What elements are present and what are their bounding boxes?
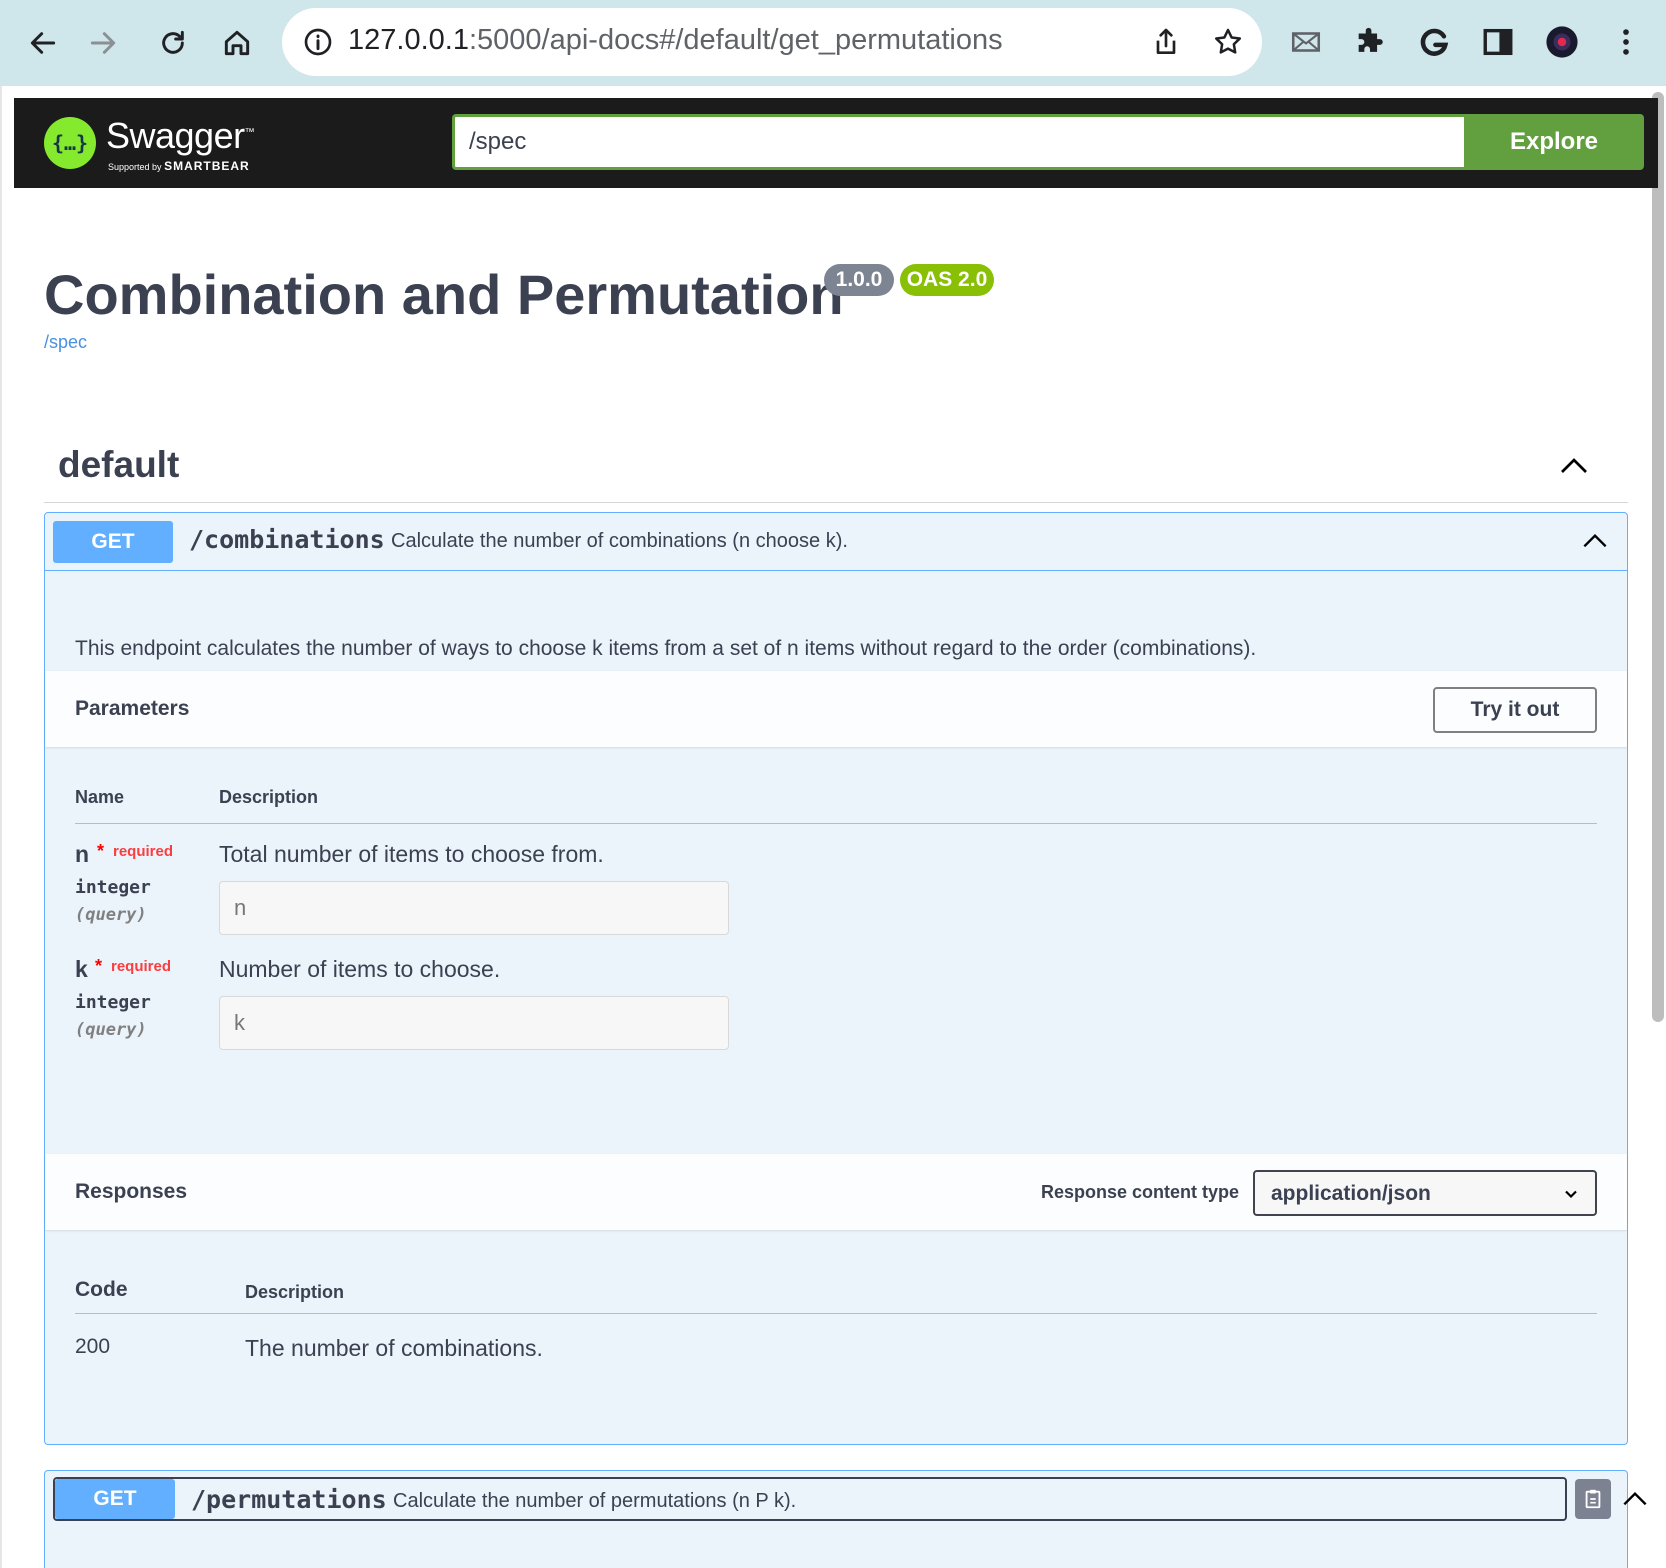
explore-button[interactable]: Explore [1464,114,1644,170]
reload-button[interactable] [152,22,194,64]
forward-button[interactable] [82,22,124,64]
home-button[interactable] [216,22,258,64]
endpoint-path: /combinations [189,525,385,554]
extensions-button[interactable] [1350,22,1390,62]
required-label: required [113,843,174,860]
oas-badge: OAS 2.0 [900,264,994,296]
page-scrollbar[interactable] [1652,92,1664,1022]
col-description-header: Description [219,787,319,807]
divider [44,502,1628,503]
puzzle-icon [1358,27,1383,52]
divider [75,1313,1597,1314]
url-text[interactable]: 127.0.0.1:5000/api-docs#/default/get_per… [348,24,1003,57]
param-name: k [75,956,88,982]
method-badge: GET [53,521,173,563]
response-content-type-label: Response content type [1041,1182,1240,1202]
chevron-up-icon[interactable] [1556,448,1592,484]
info-icon[interactable] [302,26,334,58]
opblock-permutations: GET /permutations Calculate the number o… [44,1470,1647,1568]
endpoint-path: /permutations [191,1485,387,1514]
chevron-down-icon [1565,1190,1577,1199]
param-n-input[interactable] [219,881,729,935]
divider [75,823,1597,824]
bookmark-star-icon[interactable] [1212,26,1244,58]
opblock-summary[interactable]: GET /combinations Calculate the number o… [45,513,1627,571]
mail-icon [1291,32,1321,52]
g-letter-icon [1420,28,1449,56]
back-button[interactable] [22,22,64,64]
chevron-up-icon[interactable] [1579,525,1611,557]
swagger-logo-icon: {…} [44,117,96,169]
arrow-right-icon [90,32,116,54]
response-description-header: Description [245,1282,345,1302]
response-description: The number of combinations. [245,1335,543,1361]
spec-url-input[interactable] [452,114,1464,170]
reload-icon [162,30,184,54]
swagger-logo-text: Swagger™ [106,115,255,156]
address-bar[interactable]: 127.0.0.1:5000/api-docs#/default/get_per… [282,8,1262,76]
kebab-menu-icon [1623,29,1629,55]
profile-avatar[interactable] [1542,22,1582,62]
menu-button[interactable] [1606,22,1646,62]
required-star: * [95,956,103,976]
opblock-combinations: GET /combinations Calculate the number o… [44,512,1628,1445]
grammarly-extension[interactable] [1414,22,1454,62]
side-panel-icon [1483,28,1513,56]
opblock-summary[interactable]: GET /permutations Calculate the number o… [53,1477,1567,1521]
try-it-out-button[interactable]: Try it out [1433,687,1597,733]
share-icon[interactable] [1150,26,1182,58]
version-badge: 1.0.0 [824,264,894,296]
param-description: Number of items to choose. [219,956,501,982]
response-code: 200 [75,1335,111,1358]
endpoint-description: This endpoint calculates the number of w… [75,637,1257,660]
parameters-label: Parameters [75,697,190,720]
endpoint-summary: Calculate the number of combinations (n … [391,530,848,552]
method-badge: GET [55,1479,175,1519]
tag-title[interactable]: default [58,444,179,486]
selected-content-type: application/json [1271,1182,1431,1205]
param-description: Total number of items to choose from. [219,841,604,867]
home-icon [224,30,250,56]
param-k-input[interactable] [219,996,729,1050]
col-name-header: Name [75,787,125,807]
param-name: n [75,841,90,867]
code-header: Code [75,1278,128,1301]
response-content-type-select[interactable]: application/json [1253,1170,1597,1216]
mail-extension[interactable] [1286,22,1326,62]
clipboard-icon [1585,1489,1601,1509]
required-label: required [111,958,172,975]
copy-to-clipboard-button[interactable] [1575,1479,1611,1519]
spec-link[interactable]: /spec [44,332,87,353]
smartbear-tagline: Supported by SMARTBEAR [108,159,250,173]
side-panel-button[interactable] [1478,22,1518,62]
responses-label: Responses [75,1180,188,1203]
browser-toolbar: 127.0.0.1:5000/api-docs#/default/get_per… [0,0,1666,86]
swagger-logo[interactable]: {…} Swagger™ Supported by SMARTBEAR [44,113,264,173]
avatar-icon [1546,26,1578,58]
parameters-header: Parameters Try it out [45,671,1627,747]
required-star: * [97,841,105,861]
param-type: integer [75,877,151,898]
param-type: integer [75,992,151,1013]
chevron-up-icon[interactable] [1619,1483,1651,1515]
arrow-left-icon [30,32,56,54]
page-title: Combination and Permutation [44,263,844,326]
swagger-topbar: {…} Swagger™ Supported by SMARTBEAR Expl… [14,98,1658,188]
endpoint-summary: Calculate the number of permutations (n … [393,1490,797,1512]
responses-header: Responses Response content type applicat… [45,1154,1627,1230]
param-location: (query) [75,905,147,925]
param-location: (query) [75,1020,147,1040]
